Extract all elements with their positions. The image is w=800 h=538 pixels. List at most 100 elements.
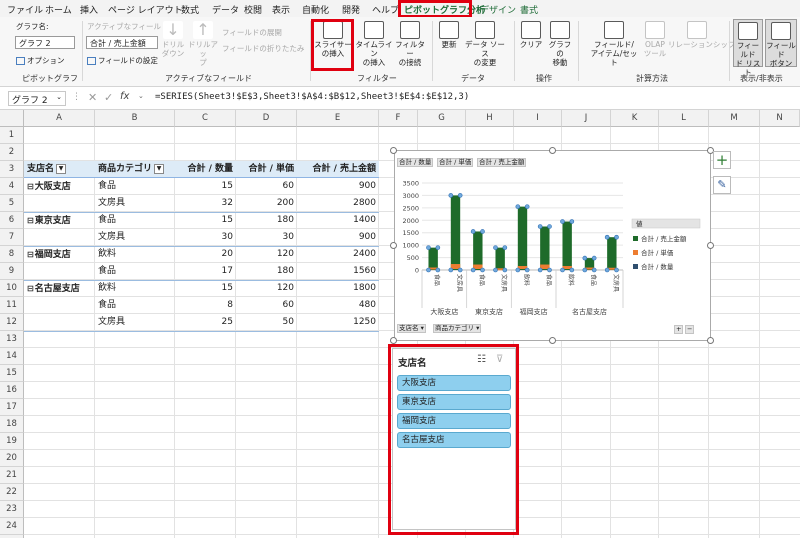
pivot-branch-cell[interactable]: ⊟名古屋支店 — [24, 280, 95, 297]
pivot-category-cell[interactable]: 飲料 — [95, 246, 175, 263]
pivot-header-qty[interactable]: 合計 / 数量 — [175, 161, 236, 178]
chart-styles-brush-icon[interactable]: ✎ — [713, 176, 731, 194]
olap-tools-button[interactable]: OLAP ツール — [642, 21, 668, 58]
pivot-price-cell[interactable]: 180 — [236, 263, 297, 280]
filter-connections-button[interactable]: フィルター の接続 — [392, 21, 428, 67]
pivot-chart[interactable]: 合計 / 数量 合計 / 単価 合計 / 売上金額 0 500 1000 1500 2000… — [394, 150, 711, 341]
chart-axis-field-button[interactable]: 商品カテゴリ ▾ — [433, 324, 482, 333]
pivot-qty-cell[interactable]: 8 — [175, 297, 236, 314]
column-header[interactable]: C — [175, 110, 236, 127]
row-header[interactable]: 3 — [0, 161, 24, 178]
pivot-sales-cell[interactable]: 480 — [297, 297, 379, 314]
row-header[interactable]: 1 — [0, 127, 24, 144]
row-header[interactable]: 22 — [0, 484, 24, 501]
chart-name-input[interactable]: グラフ 2 — [15, 36, 75, 49]
filter-dropdown-icon[interactable]: ▼ — [56, 163, 67, 174]
tab-view[interactable]: 表示 — [272, 3, 290, 16]
select-all-corner[interactable] — [0, 110, 24, 127]
field-buttons-button[interactable]: フィールド ボタン — [765, 19, 797, 68]
pivot-qty-cell[interactable]: 20 — [175, 246, 236, 263]
row-header[interactable]: 8 — [0, 246, 24, 263]
drill-down-button[interactable]: ↓ ドリル ダウン — [160, 21, 186, 59]
tab-help[interactable]: ヘルプ — [372, 3, 399, 16]
formula-input[interactable]: =SERIES(Sheet3!$E$3,Sheet3!$A$4:$B$12,Sh… — [155, 92, 469, 102]
pivot-sales-cell[interactable]: 900 — [297, 178, 379, 195]
pivot-branch-cell[interactable]: ⊟東京支店 — [24, 212, 95, 229]
tab-home[interactable]: ホーム — [45, 3, 72, 16]
row-header[interactable]: 9 — [0, 263, 24, 280]
row-header[interactable]: 7 — [0, 229, 24, 246]
resize-handle[interactable] — [390, 147, 397, 154]
resize-handle[interactable] — [707, 242, 714, 249]
options-button[interactable]: オプション — [16, 55, 65, 66]
collapse-icon[interactable]: ⊟ — [27, 216, 34, 225]
row-header[interactable]: 12 — [0, 314, 24, 331]
column-header[interactable]: G — [418, 110, 466, 127]
tab-format[interactable]: 書式 — [520, 3, 538, 16]
move-chart-button[interactable]: グラフの 移動 — [546, 21, 574, 67]
tab-file[interactable]: ファイル — [7, 3, 43, 16]
column-header[interactable]: A — [24, 110, 95, 127]
pivot-qty-cell[interactable]: 32 — [175, 195, 236, 212]
row-header[interactable]: 18 — [0, 416, 24, 433]
pivot-sales-cell[interactable]: 1800 — [297, 280, 379, 297]
clear-button[interactable]: クリア — [518, 21, 544, 49]
pivot-header-branch[interactable]: 支店名 ▼ — [24, 161, 95, 178]
pivot-header-category[interactable]: 商品カテゴリ ▼ — [95, 161, 175, 178]
pivot-sales-cell[interactable]: 1560 — [297, 263, 379, 280]
resize-handle[interactable] — [549, 337, 556, 344]
row-header[interactable]: 16 — [0, 382, 24, 399]
pivot-sales-cell[interactable]: 1400 — [297, 212, 379, 229]
pivot-category-cell[interactable]: 文房具 — [95, 195, 175, 212]
tab-review[interactable]: 校閲 — [244, 3, 262, 16]
column-header[interactable]: J — [562, 110, 611, 127]
pivot-qty-cell[interactable]: 25 — [175, 314, 236, 331]
pivot-category-cell[interactable]: 食品 — [95, 297, 175, 314]
pivot-qty-cell[interactable]: 17 — [175, 263, 236, 280]
row-header[interactable]: 10 — [0, 280, 24, 297]
pivot-sales-cell[interactable]: 2400 — [297, 246, 379, 263]
pivot-qty-cell[interactable]: 15 — [175, 212, 236, 229]
resize-handle[interactable] — [707, 337, 714, 344]
column-header[interactable]: H — [466, 110, 514, 127]
active-field-input[interactable]: 合計 / 売上金額 — [86, 36, 158, 49]
row-header[interactable]: 24 — [0, 518, 24, 535]
column-header[interactable]: M — [709, 110, 760, 127]
pivot-price-cell[interactable]: 120 — [236, 280, 297, 297]
tab-data[interactable]: データ — [212, 3, 239, 16]
row-header[interactable]: 6 — [0, 212, 24, 229]
refresh-button[interactable]: 更新 — [436, 21, 462, 49]
collapse-field-icon[interactable]: − — [685, 325, 695, 334]
pivot-branch-cell[interactable]: ⊟大阪支店 — [24, 178, 95, 195]
chevron-down-icon[interactable]: ⌄ — [138, 92, 144, 100]
tab-automate[interactable]: 自動化 — [302, 3, 329, 16]
column-header[interactable]: F — [379, 110, 418, 127]
pivot-branch-cell[interactable]: ⊟福岡支店 — [24, 246, 95, 263]
pivot-price-cell[interactable]: 200 — [236, 195, 297, 212]
row-header[interactable]: 11 — [0, 297, 24, 314]
collapse-icon[interactable]: ⊟ — [27, 284, 34, 293]
resize-handle[interactable] — [390, 337, 397, 344]
row-header[interactable]: 13 — [0, 331, 24, 348]
relationships-button[interactable]: リレーションシップ — [668, 21, 735, 49]
pivot-category-cell[interactable]: 食品 — [95, 212, 175, 229]
pivot-category-cell[interactable]: 飲料 — [95, 280, 175, 297]
pivot-price-cell[interactable]: 50 — [236, 314, 297, 331]
pivot-category-cell[interactable]: 文房具 — [95, 314, 175, 331]
row-header[interactable]: 21 — [0, 467, 24, 484]
column-header[interactable]: E — [297, 110, 379, 127]
check-icon[interactable]: ✓ — [104, 91, 113, 104]
chart-elements-plus-icon[interactable]: + — [713, 151, 731, 169]
tab-insert[interactable]: 挿入 — [80, 3, 98, 16]
column-header[interactable]: K — [611, 110, 659, 127]
pivot-category-cell[interactable]: 食品 — [95, 178, 175, 195]
column-header[interactable]: D — [236, 110, 297, 127]
column-header[interactable]: B — [95, 110, 175, 127]
name-box[interactable]: グラフ 2 ⌄ — [8, 91, 66, 106]
tab-developer[interactable]: 開発 — [342, 3, 360, 16]
expand-field-icon[interactable]: + — [674, 325, 684, 334]
column-header[interactable]: L — [659, 110, 709, 127]
collapse-icon[interactable]: ⊟ — [27, 250, 34, 259]
pivot-sales-cell[interactable]: 900 — [297, 229, 379, 246]
pivot-price-cell[interactable]: 60 — [236, 297, 297, 314]
